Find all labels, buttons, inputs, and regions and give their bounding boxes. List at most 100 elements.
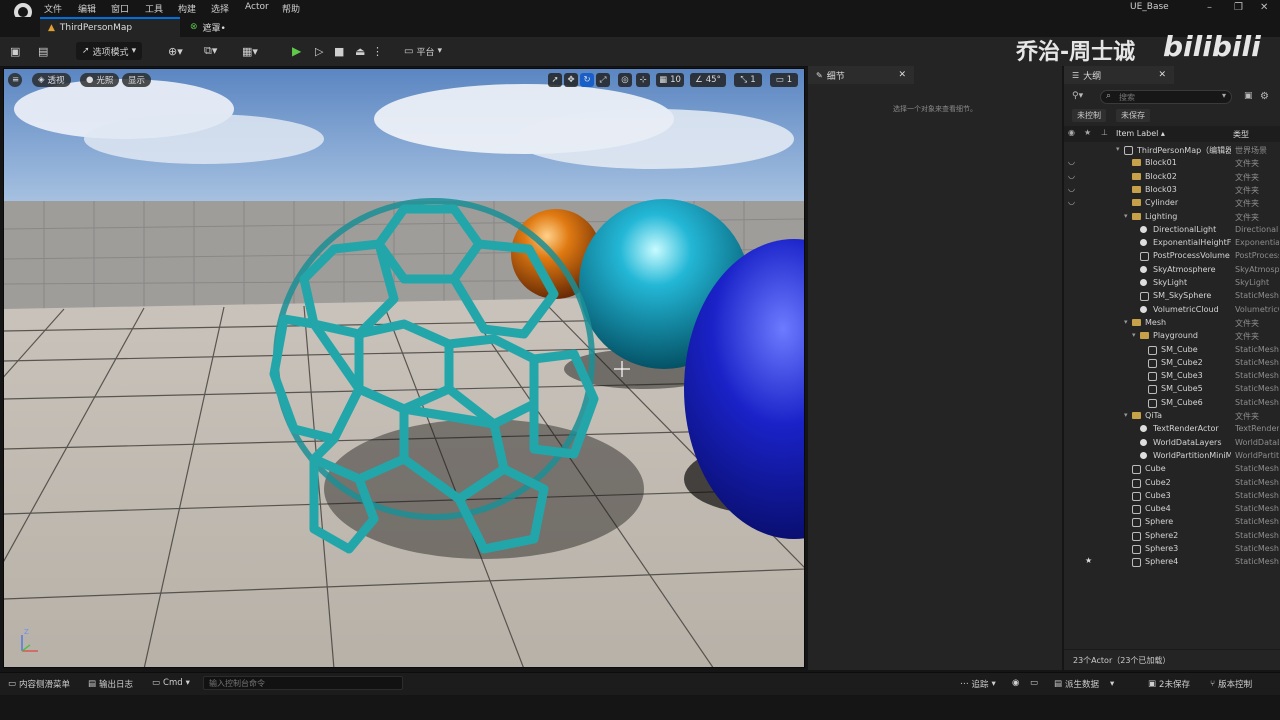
search-input[interactable] bbox=[1119, 91, 1219, 103]
blueprint-icon[interactable]: ⧉▾ bbox=[204, 43, 217, 59]
cinematics-icon[interactable]: ▦▾ bbox=[242, 43, 258, 59]
menu-select[interactable]: 选择 bbox=[211, 2, 229, 15]
visibility-toggle-icon[interactable]: ◡ bbox=[1068, 197, 1075, 206]
outliner-row[interactable]: ▾ Mesh 文件夹 bbox=[1064, 317, 1280, 330]
content-browser-icon[interactable]: ▤ bbox=[38, 43, 48, 59]
outliner-row[interactable]: ◡ Block02 文件夹 bbox=[1064, 171, 1280, 184]
scale-tool-icon[interactable]: ⤢ bbox=[596, 73, 610, 87]
world-space-icon[interactable]: ◎ bbox=[618, 73, 632, 87]
pin-column-icon[interactable]: ⊥ bbox=[1101, 128, 1108, 137]
level-viewport[interactable]: Z ≡ ◈ 透视 ● 光照 显示 ➚ ✥ ↻ ⤢ ◎ ⊹ ▦ 10 ∠ 45° … bbox=[3, 68, 805, 668]
outliner-row[interactable]: ◡ Cylinder 文件夹 bbox=[1064, 197, 1280, 210]
star-icon[interactable]: ★ bbox=[1085, 556, 1092, 565]
filter-icon[interactable]: ⚲▾ bbox=[1072, 91, 1083, 101]
outliner-row[interactable]: Sphere StaticMeshActor bbox=[1064, 516, 1280, 529]
outliner-row[interactable]: Cube StaticMeshActor bbox=[1064, 463, 1280, 476]
outliner-row[interactable]: Sphere3 StaticMeshActor bbox=[1064, 543, 1280, 556]
outliner-row[interactable]: ◡ Block01 文件夹 bbox=[1064, 157, 1280, 170]
camera-speed-button[interactable]: ▭ 1 bbox=[770, 73, 798, 87]
expand-arrow-icon[interactable]: ▾ bbox=[1116, 145, 1120, 153]
close-icon[interactable]: ✕ bbox=[1158, 70, 1166, 80]
rotation-snap-button[interactable]: ∠ 45° bbox=[690, 73, 726, 87]
outliner-row[interactable]: VolumetricCloud VolumetricCloud bbox=[1064, 304, 1280, 317]
perspective-button[interactable]: ◈ 透视 bbox=[32, 73, 71, 87]
maximize-button[interactable]: ❐ bbox=[1234, 2, 1243, 13]
derived-data-button[interactable]: ▤ 派生数据 ▾ bbox=[1054, 678, 1114, 690]
unsaved-button[interactable]: ▣ 2未保存 bbox=[1148, 678, 1190, 690]
outliner-tab[interactable]: ☰ 大纲 ✕ bbox=[1064, 66, 1174, 84]
outliner-row[interactable]: ▾ Playground 文件夹 bbox=[1064, 330, 1280, 343]
output-log-button[interactable]: ▤ 输出日志 bbox=[88, 678, 133, 690]
menu-edit[interactable]: 编辑 bbox=[78, 2, 96, 15]
outliner-row[interactable]: PostProcessVolume PostProcessVolume bbox=[1064, 250, 1280, 263]
menu-actor[interactable]: Actor bbox=[245, 2, 269, 12]
save-icon[interactable]: ▣ bbox=[10, 43, 20, 59]
minimize-button[interactable]: – bbox=[1207, 2, 1212, 13]
outliner-row[interactable]: Cube4 StaticMeshActor bbox=[1064, 503, 1280, 516]
outliner-row[interactable]: ◡ Block03 文件夹 bbox=[1064, 184, 1280, 197]
expand-arrow-icon[interactable]: ▾ bbox=[1132, 331, 1136, 339]
outliner-row[interactable]: SM_Cube2 StaticMeshActor bbox=[1064, 357, 1280, 370]
tab-mask[interactable]: ⊗ 遮罩• bbox=[190, 17, 226, 37]
surface-snap-icon[interactable]: ⊹ bbox=[636, 73, 650, 87]
outliner-row[interactable]: Cube2 StaticMeshActor bbox=[1064, 477, 1280, 490]
expand-arrow-icon[interactable]: ▾ bbox=[1124, 318, 1128, 326]
outliner-row[interactable]: SM_Cube3 StaticMeshActor bbox=[1064, 370, 1280, 383]
menu-tools[interactable]: 工具 bbox=[145, 2, 163, 15]
record-icon[interactable]: ◉ bbox=[1012, 678, 1019, 688]
outliner-row[interactable]: DirectionalLight DirectionalLight bbox=[1064, 224, 1280, 237]
column-item-label[interactable]: Item Label ▴ bbox=[1116, 129, 1165, 138]
outliner-row[interactable]: Sphere2 StaticMeshActor bbox=[1064, 530, 1280, 543]
menu-window[interactable]: 窗口 bbox=[111, 2, 129, 15]
platform-dropdown[interactable]: ▭ 平台 ▾ bbox=[404, 43, 442, 59]
outliner-row[interactable]: SM_SkySphere StaticMeshActor bbox=[1064, 290, 1280, 303]
select-tool-icon[interactable]: ➚ bbox=[548, 73, 562, 87]
outliner-row[interactable]: SkyLight SkyLight bbox=[1064, 277, 1280, 290]
tab-thirdpersonmap[interactable]: ▲ ThirdPersonMap bbox=[40, 17, 180, 37]
mode-dropdown[interactable]: ➚ 选项模式 ▾ bbox=[76, 42, 143, 60]
settings-icon[interactable]: ⚙ bbox=[1260, 91, 1269, 102]
console-command-input[interactable] bbox=[203, 676, 403, 690]
outliner-row[interactable]: ▾ QiTa 文件夹 bbox=[1064, 410, 1280, 423]
play-icon[interactable]: ▶ bbox=[292, 43, 301, 59]
outliner-row[interactable]: Cube3 StaticMeshActor bbox=[1064, 490, 1280, 503]
outliner-row[interactable]: SkyAtmosphere SkyAtmosphere bbox=[1064, 264, 1280, 277]
lighting-button[interactable]: ● 光照 bbox=[80, 73, 120, 87]
grid-snap-button[interactable]: ▦ 10 bbox=[656, 73, 684, 87]
outliner-row[interactable]: ▾ ThirdPersonMap（编辑器） 世界场景 bbox=[1064, 144, 1280, 157]
close-icon[interactable]: ✕ bbox=[898, 70, 906, 80]
details-tab[interactable]: ✎ 细节 ✕ bbox=[808, 66, 914, 84]
menu-help[interactable]: 帮助 bbox=[282, 2, 300, 15]
outliner-row[interactable]: WorldDataLayers WorldDataLayers bbox=[1064, 437, 1280, 450]
outliner-row[interactable]: ★ Sphere4 StaticMeshActor bbox=[1064, 556, 1280, 569]
add-actor-icon[interactable]: ⊕▾ bbox=[168, 43, 183, 59]
menu-file[interactable]: 文件 bbox=[44, 2, 62, 15]
trace-dropdown[interactable]: ⋯ 追踪 ▾ bbox=[960, 678, 996, 690]
visibility-toggle-icon[interactable]: ◡ bbox=[1068, 157, 1075, 166]
visibility-toggle-icon[interactable]: ◡ bbox=[1068, 184, 1075, 193]
more-options-icon[interactable]: ⋮ bbox=[372, 43, 383, 59]
expand-arrow-icon[interactable]: ▾ bbox=[1124, 212, 1128, 220]
outliner-row[interactable]: ▾ Lighting 文件夹 bbox=[1064, 211, 1280, 224]
visibility-column-icon[interactable]: ◉ bbox=[1068, 128, 1075, 137]
outliner-search[interactable]: ⌕ ▾ bbox=[1100, 90, 1232, 104]
menu-build[interactable]: 构建 bbox=[178, 2, 196, 15]
add-folder-icon[interactable]: ▣ bbox=[1244, 91, 1253, 101]
stop-icon[interactable]: ■ bbox=[334, 43, 344, 59]
expand-arrow-icon[interactable]: ▾ bbox=[1124, 411, 1128, 419]
step-icon[interactable]: ▷ bbox=[315, 43, 323, 59]
scale-snap-button[interactable]: ⤡ 1 bbox=[734, 73, 762, 87]
visibility-toggle-icon[interactable]: ◡ bbox=[1068, 171, 1075, 180]
outliner-row[interactable]: SM_Cube StaticMeshActor bbox=[1064, 344, 1280, 357]
star-column-icon[interactable]: ★ bbox=[1084, 128, 1091, 137]
outliner-row[interactable]: WorldPartitionMiniMap WorldPartitionMiniM… bbox=[1064, 450, 1280, 463]
source-control-button[interactable]: ⑂ 版本控制 bbox=[1210, 678, 1252, 690]
translate-tool-icon[interactable]: ✥ bbox=[564, 73, 578, 87]
rotate-tool-icon[interactable]: ↻ bbox=[580, 73, 594, 87]
column-type[interactable]: 类型 bbox=[1233, 129, 1249, 140]
outliner-row[interactable]: SM_Cube6 StaticMeshActor bbox=[1064, 397, 1280, 410]
filter-chip-uncontrolled[interactable]: 未控制 bbox=[1072, 109, 1106, 122]
camera-icon[interactable]: ▭ bbox=[1030, 678, 1038, 688]
cmd-dropdown[interactable]: ▭ Cmd ▾ bbox=[152, 678, 190, 688]
filter-chip-unsaved[interactable]: 未保存 bbox=[1116, 109, 1150, 122]
